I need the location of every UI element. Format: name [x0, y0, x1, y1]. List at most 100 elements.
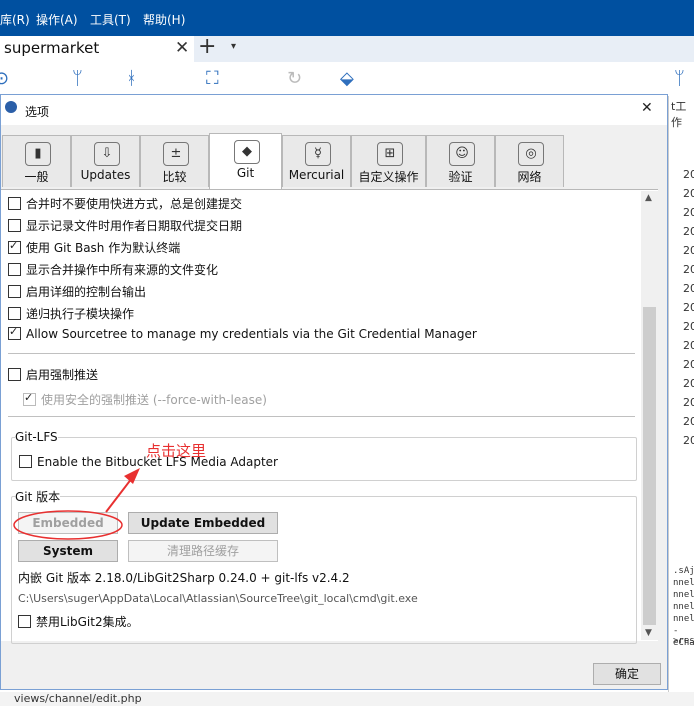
general-icon: ▮ — [25, 142, 51, 166]
date-cell: 20 — [683, 263, 694, 276]
checkbox[interactable] — [8, 263, 21, 276]
diff-line: nnel — [673, 590, 694, 600]
tab-label: Git — [236, 166, 255, 180]
option-show-merge-changes[interactable]: 显示合并操作中所有来源的文件变化 — [8, 261, 218, 279]
date-cell: 20 — [683, 206, 694, 219]
date-cell: 20 — [683, 320, 694, 333]
date-cell: 20 — [683, 225, 694, 238]
mercurial-icon: ☿ — [305, 142, 331, 166]
diff-line: .sAja — [673, 566, 694, 576]
tab-mercurial[interactable]: ☿ Mercurial — [282, 135, 351, 187]
option-no-fast-forward[interactable]: 合并时不要使用快进方式，总是创建提交 — [8, 195, 242, 213]
branch-icon[interactable]: ᚼ — [126, 68, 137, 89]
menu-tools[interactable]: 工具(T) — [90, 11, 131, 28]
git-executable-path: C:\Users\suger\AppData\Local\Atlassian\S… — [18, 592, 418, 605]
tab-network[interactable]: ◎ 网络 — [495, 135, 564, 187]
checkbox[interactable] — [8, 197, 21, 210]
tab-diff[interactable]: ± 比较 — [140, 135, 209, 187]
diff-line: nnel — [673, 578, 694, 588]
option-credential-manager[interactable]: Allow Sourcetree to manage my credential… — [8, 325, 477, 345]
toolbar: ⊙ ᛘ ᚼ ⛶ ↻ ⬙ ᛘ — [0, 62, 694, 96]
date-cell: 20 — [683, 301, 694, 314]
updates-icon: ⇩ — [94, 142, 120, 166]
annotation-label: 点击这里 — [146, 442, 207, 460]
date-cell: 20 — [683, 282, 694, 295]
git-settings-panel: 合并时不要使用快进方式，总是创建提交 显示记录文件时用作者日期取代提交日期 使用… — [1, 189, 658, 644]
diff-icon: ± — [163, 142, 189, 166]
tab-updates[interactable]: ⇩ Updates — [71, 135, 140, 187]
option-disable-libgit2[interactable]: 禁用LibGit2集成。 — [18, 613, 139, 631]
settings-icon[interactable]: ᛘ — [674, 68, 685, 89]
checkbox[interactable] — [18, 615, 31, 628]
option-force-push[interactable]: 启用强制推送 — [8, 366, 98, 384]
date-cell: 20 — [683, 434, 694, 447]
date-cell: 20 — [683, 377, 694, 390]
checkbox[interactable] — [8, 368, 21, 381]
custom-actions-icon: ⊞ — [377, 142, 403, 166]
diff-line: nnel- — [673, 614, 694, 624]
close-icon[interactable]: ✕ — [175, 38, 189, 58]
options-dialog: 选项 ✕ ▮ 一般 ⇩ Updates ± 比较 ◆ Git ☿ Mercurial ⊞ 自定义操作 ☺… — [0, 94, 668, 690]
option-verbose-console[interactable]: 启用详细的控制台输出 — [8, 283, 146, 301]
date-cell: 20 — [683, 358, 694, 371]
scroll-up-icon[interactable]: ▲ — [645, 193, 652, 203]
menu-repository[interactable]: 库(R) — [0, 11, 30, 28]
checkbox[interactable] — [19, 455, 32, 468]
checkbox[interactable] — [8, 307, 21, 320]
tab-general[interactable]: ▮ 一般 — [2, 135, 71, 187]
tab-auth[interactable]: ☺ 验证 — [426, 135, 495, 187]
checkbox[interactable] — [8, 219, 21, 232]
date-cell: 20 — [683, 415, 694, 428]
sourcetree-icon — [5, 101, 17, 113]
git-version-title: Git 版本 — [15, 488, 61, 505]
date-cell: 20 — [683, 187, 694, 200]
tab-label: 网络 — [517, 170, 542, 184]
scroll-down-icon[interactable]: ▼ — [645, 628, 652, 638]
commit-icon[interactable]: ⊙ — [0, 68, 9, 89]
menu-help[interactable]: 帮助(H) — [143, 11, 185, 28]
date-cell: 20 — [683, 396, 694, 409]
tag-icon[interactable]: ⬙ — [340, 68, 354, 89]
checkbox[interactable] — [8, 325, 21, 340]
date-cell: 20 — [683, 339, 694, 352]
repo-tab-bar: supermarket ✕ + ▾ — [0, 34, 694, 63]
scrollbar-thumb[interactable] — [643, 307, 656, 625]
tab-label: Updates — [80, 168, 131, 182]
checkbox[interactable] — [8, 239, 21, 254]
option-recurse-submodules[interactable]: 递归执行子模块操作 — [8, 305, 134, 323]
option-git-bash-terminal[interactable]: 使用 Git Bash 作为默认终端 — [8, 239, 180, 257]
tab-git[interactable]: ◆ Git — [209, 133, 282, 189]
refresh-icon[interactable]: ↻ — [287, 68, 302, 89]
repo-tab[interactable]: supermarket ✕ — [0, 36, 194, 62]
auth-icon: ☺ — [449, 142, 475, 166]
dialog-title: 选项 — [25, 105, 50, 119]
panel-header: t工作 — [671, 100, 687, 129]
option-author-date[interactable]: 显示记录文件时用作者日期取代提交日期 — [8, 217, 242, 235]
diff-line: eChar — [673, 638, 694, 648]
pull-icon[interactable]: ᛘ — [72, 68, 83, 89]
tab-label: 一般 — [24, 170, 49, 184]
tab-label: 验证 — [448, 170, 473, 184]
ok-button[interactable]: 确定 — [593, 663, 661, 685]
checkbox[interactable] — [8, 285, 21, 298]
file-list-item[interactable]: views/channel/edit.php — [0, 692, 694, 706]
close-icon[interactable]: ✕ — [641, 100, 653, 116]
divider — [8, 416, 635, 417]
tab-label: 比较 — [162, 170, 187, 184]
divider — [8, 353, 635, 354]
system-git-button[interactable]: System — [18, 540, 118, 562]
menu-actions[interactable]: 操作(A) — [36, 11, 78, 28]
update-embedded-button[interactable]: Update Embedded — [128, 512, 278, 534]
tab-label: 自定义操作 — [358, 170, 419, 184]
remote-icon[interactable]: ⛶ — [206, 68, 219, 89]
dialog-titlebar: 选项 ✕ — [1, 95, 667, 125]
embedded-button: Embedded — [18, 512, 118, 534]
history-panel: t工作 20 20 20 20 20 20 20 20 20 20 20 20 20 20 20 .sAja… — [668, 96, 694, 706]
tab-custom-actions[interactable]: ⊞ 自定义操作 — [351, 135, 426, 187]
repo-tab-label: supermarket — [4, 39, 100, 57]
chevron-down-icon[interactable]: ▾ — [231, 41, 236, 52]
vertical-scrollbar[interactable]: ▲ ▼ — [641, 191, 658, 640]
option-force-with-lease: 使用安全的强制推送 (--force-with-lease) — [23, 391, 267, 409]
add-tab-icon[interactable]: + — [198, 34, 216, 59]
date-cell: 20 — [683, 244, 694, 257]
